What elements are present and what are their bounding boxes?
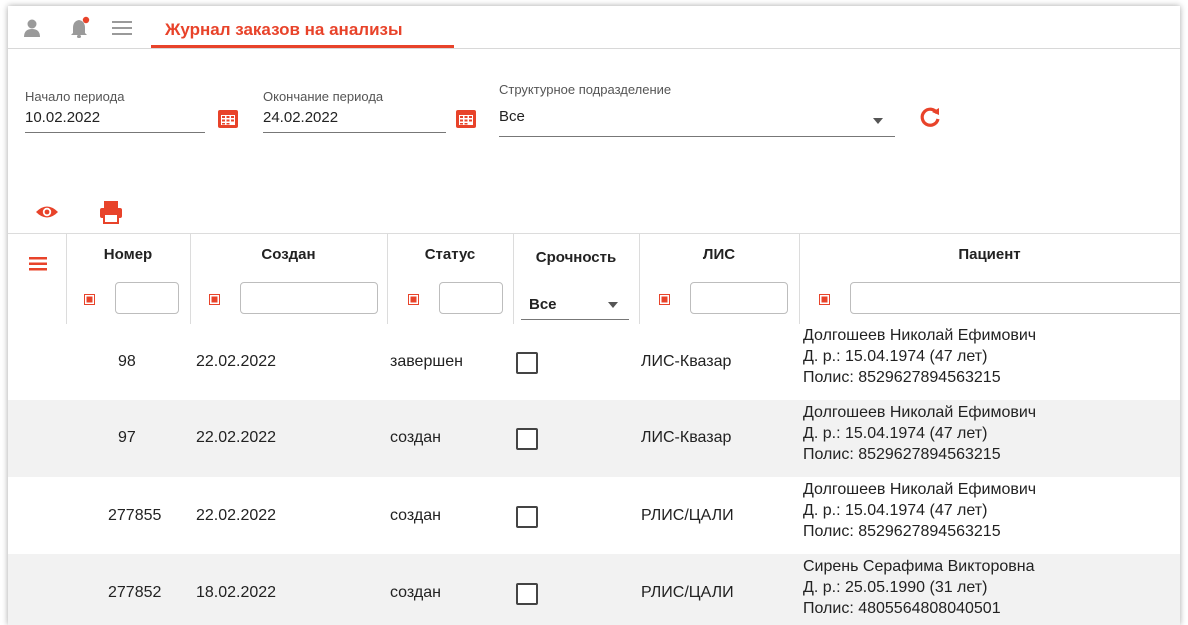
patient-policy: Полис: 8529627894563215	[803, 369, 1001, 386]
top-bar: Журнал заказов на анализы	[8, 6, 1180, 49]
urgency-filter-underline	[521, 319, 629, 320]
patient-policy: Полис: 8529627894563215	[803, 446, 1001, 463]
filter-operator-icon[interactable]	[659, 294, 670, 305]
cell-lis: ЛИС-Квазар	[641, 353, 732, 370]
start-date-label: Начало периода	[25, 89, 125, 104]
department-underline	[499, 136, 895, 137]
cell-status: создан	[390, 584, 441, 601]
patient-policy: Полис: 4805564808040501	[803, 600, 1001, 617]
table-row[interactable]: 98 22.02.2022 завершен ЛИС-Квазар Долгош…	[8, 323, 1180, 400]
start-date-field[interactable]: 10.02.2022	[25, 109, 100, 126]
user-icon[interactable]	[22, 18, 42, 38]
urgency-checkbox[interactable]	[516, 583, 538, 605]
table-row[interactable]: 97 22.02.2022 создан ЛИС-Квазар Долгошее…	[8, 400, 1180, 477]
calendar-icon[interactable]	[455, 107, 477, 129]
filter-operator-icon[interactable]	[84, 294, 95, 305]
table-row[interactable]: 277855 22.02.2022 создан РЛИС/ЦАЛИ Долго…	[8, 477, 1180, 554]
chevron-down-icon[interactable]	[872, 117, 884, 125]
end-date-underline	[263, 132, 446, 133]
cell-number: 97	[118, 429, 136, 446]
patient-name: Долгошеев Николай Ефимович	[803, 404, 1037, 421]
cell-number: 277852	[108, 584, 162, 601]
end-date-label: Окончание периода	[263, 89, 384, 104]
status-filter-input[interactable]	[439, 282, 503, 314]
urgency-filter-select[interactable]: Все	[529, 296, 557, 313]
patient-policy: Полис: 8529627894563215	[803, 523, 1001, 540]
column-header-status[interactable]: Статус	[387, 246, 513, 263]
urgency-checkbox[interactable]	[516, 352, 538, 374]
menu-icon[interactable]	[112, 20, 132, 36]
created-filter-input[interactable]	[240, 282, 378, 314]
patient-dob: Д. р.: 15.04.1974 (47 лет)	[803, 348, 988, 365]
table-row[interactable]: 277852 18.02.2022 создан РЛИС/ЦАЛИ Сирен…	[8, 554, 1180, 625]
cell-status: создан	[390, 507, 441, 524]
column-header-number[interactable]: Номер	[66, 246, 190, 263]
patient-filter-input[interactable]	[850, 282, 1180, 314]
patient-dob: Д. р.: 15.04.1974 (47 лет)	[803, 425, 988, 442]
patient-dob: Д. р.: 15.04.1974 (47 лет)	[803, 502, 988, 519]
refresh-icon[interactable]	[918, 105, 942, 129]
cell-created: 22.02.2022	[196, 429, 277, 446]
patient-name: Долгошеев Николай Ефимович	[803, 327, 1037, 344]
cell-status: завершен	[390, 353, 463, 370]
department-select[interactable]: Все	[499, 108, 525, 125]
column-separator	[513, 234, 514, 324]
cell-created: 18.02.2022	[196, 584, 277, 601]
cell-created: 22.02.2022	[196, 507, 277, 524]
column-header-lis[interactable]: ЛИС	[639, 246, 799, 263]
table-body: 98 22.02.2022 завершен ЛИС-Квазар Долгош…	[8, 323, 1180, 625]
bell-icon[interactable]	[68, 16, 92, 40]
department-label: Структурное подразделение	[499, 82, 672, 97]
cell-number: 277855	[108, 507, 162, 524]
cell-number: 98	[118, 353, 136, 370]
urgency-checkbox[interactable]	[516, 428, 538, 450]
page-title: Журнал заказов на анализы	[165, 20, 403, 39]
filter-operator-icon[interactable]	[209, 294, 220, 305]
filter-operator-icon[interactable]	[819, 294, 830, 305]
start-date-underline	[25, 132, 205, 133]
cell-status: создан	[390, 429, 441, 446]
urgency-checkbox[interactable]	[516, 506, 538, 528]
table-header: Номер Создан Статус Срочность ЛИС Пациен…	[8, 233, 1180, 324]
patient-name: Долгошеев Николай Ефимович	[803, 481, 1037, 498]
number-filter-input[interactable]	[115, 282, 179, 314]
patient-dob: Д. р.: 25.05.1990 (31 лет)	[803, 579, 988, 596]
cell-created: 22.02.2022	[196, 353, 277, 370]
chevron-down-icon[interactable]	[608, 302, 618, 308]
cell-lis: РЛИС/ЦАЛИ	[641, 584, 734, 601]
eye-icon[interactable]	[35, 204, 59, 220]
cell-lis: РЛИС/ЦАЛИ	[641, 507, 734, 524]
column-header-created[interactable]: Создан	[190, 246, 387, 263]
cell-lis: ЛИС-Квазар	[641, 429, 732, 446]
title-underline	[151, 45, 454, 48]
column-header-patient[interactable]: Пациент	[799, 246, 1180, 263]
column-menu-icon[interactable]	[29, 257, 47, 271]
calendar-icon[interactable]	[217, 107, 239, 129]
column-header-urgency[interactable]: Срочность	[513, 249, 639, 266]
patient-name: Сирень Серафима Викторовна	[803, 558, 1035, 575]
app-window: Журнал заказов на анализы Начало периода…	[8, 6, 1180, 625]
lis-filter-input[interactable]	[690, 282, 788, 314]
filter-operator-icon[interactable]	[408, 294, 419, 305]
print-icon[interactable]	[99, 200, 123, 224]
end-date-field[interactable]: 24.02.2022	[263, 109, 338, 126]
